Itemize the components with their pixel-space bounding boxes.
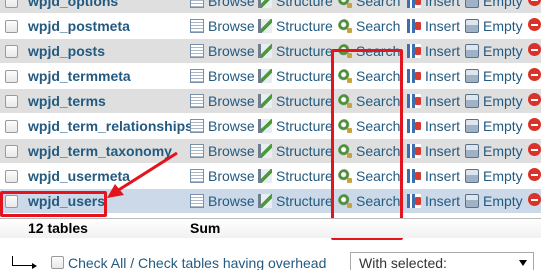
with-selected-dropdown[interactable]: With selected: [350, 252, 534, 270]
check-all-checkbox[interactable] [51, 256, 64, 269]
select-arrow-icon [12, 256, 37, 269]
summary-row: 12 tables Sum [0, 218, 541, 238]
chevron-down-icon [519, 260, 527, 266]
tables-count: 12 tables [28, 220, 88, 236]
link-separator: / [126, 255, 139, 270]
with-selected-value: With selected: [359, 255, 447, 270]
bulk-actions-bar: Check All / Check tables having overhead… [0, 250, 541, 270]
check-all-links: Check All / Check tables having overhead [68, 255, 326, 270]
check-overhead-link[interactable]: Check tables having overhead [138, 255, 326, 270]
check-all-link[interactable]: Check All [68, 255, 126, 270]
sum-label: Sum [190, 220, 221, 236]
